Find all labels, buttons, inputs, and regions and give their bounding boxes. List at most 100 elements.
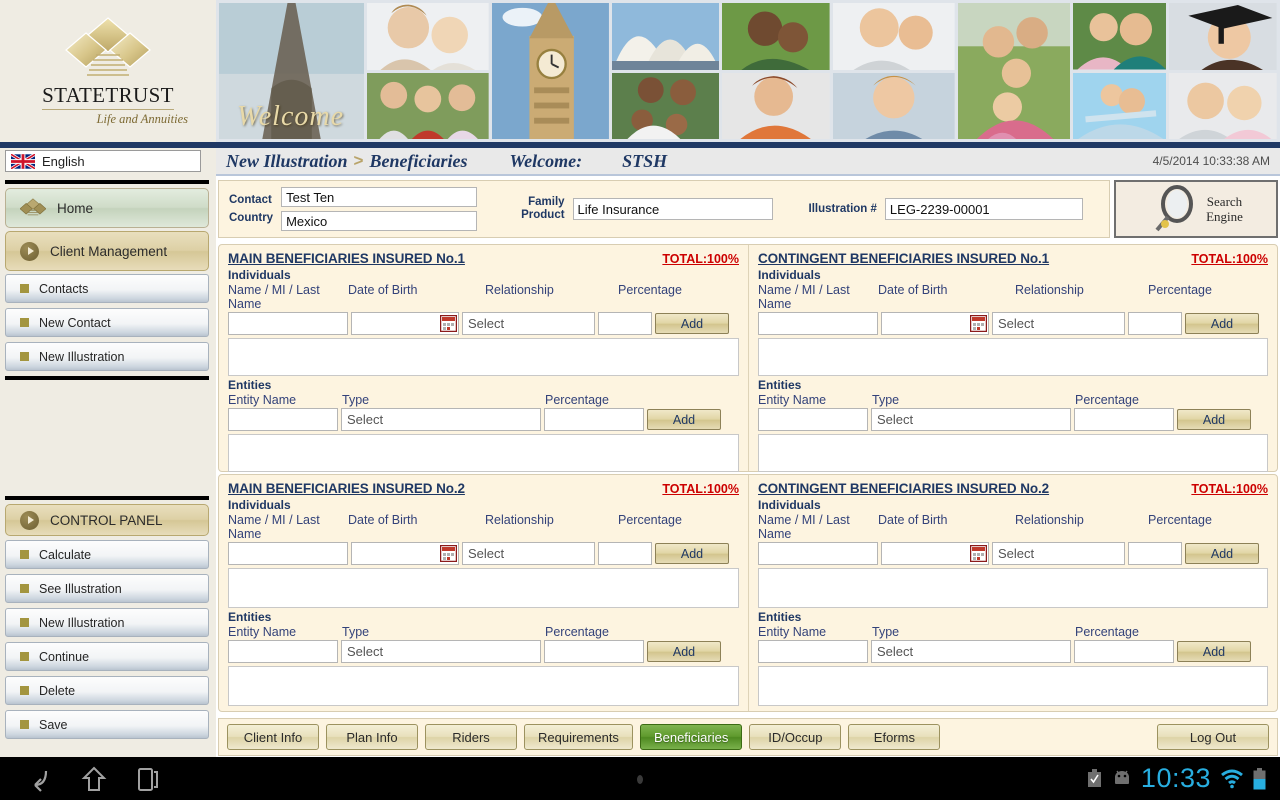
name-input[interactable] (228, 542, 348, 565)
menu-dot-icon[interactable] (637, 775, 643, 784)
screenshot-icon (1087, 768, 1101, 787)
logout-button[interactable]: Log Out (1157, 724, 1269, 750)
family-photo-column-1 (367, 3, 489, 139)
language-selector[interactable]: English (5, 150, 201, 172)
calendar-icon[interactable] (440, 545, 457, 562)
add-individual-button[interactable]: Add (655, 543, 729, 564)
entities-label: Entities (758, 610, 802, 624)
percentage-input[interactable] (598, 312, 652, 335)
entities-list[interactable] (228, 434, 739, 472)
control-panel-item-continue[interactable]: Continue (5, 642, 209, 671)
brand-logo: STATETRUST Life and Annuities (0, 0, 216, 142)
page-header-bar: New Illustration > Beneficiaries Welcome… (216, 148, 1280, 176)
entity-percentage-input[interactable] (544, 640, 644, 663)
entity-name-header: Entity Name (228, 625, 297, 639)
add-individual-button[interactable]: Add (1185, 543, 1259, 564)
relationship-select[interactable]: Select (992, 542, 1125, 565)
percentage-input[interactable] (598, 542, 652, 565)
dob-field-wrapper (351, 312, 459, 335)
add-entity-button[interactable]: Add (1177, 409, 1251, 430)
name-input[interactable] (758, 542, 878, 565)
welcome-word: Welcome (237, 101, 345, 132)
percentage-input[interactable] (1128, 542, 1182, 565)
panel-main-beneficiaries-1: MAIN BENEFICIARIES INSURED No.1 TOTAL:10… (219, 245, 748, 472)
sidebar-item-contacts[interactable]: Contacts (5, 274, 209, 303)
control-panel-item-save[interactable]: Save (5, 710, 209, 739)
add-entity-button[interactable]: Add (647, 641, 721, 662)
control-panel-item-new-illustration[interactable]: New Illustration (5, 608, 209, 637)
relationship-select[interactable]: Select (992, 312, 1125, 335)
entity-name-header: Entity Name (758, 393, 827, 407)
relationship-select[interactable]: Select (462, 312, 595, 335)
square-bullet-icon (20, 284, 29, 293)
tab-client-info[interactable]: Client Info (227, 724, 319, 750)
back-arrow-icon[interactable] (26, 765, 54, 793)
entities-list[interactable] (758, 434, 1268, 472)
family-product-input[interactable] (572, 198, 773, 220)
entity-name-input[interactable] (228, 408, 338, 431)
sidebar-item-home[interactable]: Home (5, 188, 209, 228)
percentage-header: Percentage (1148, 283, 1212, 297)
entity-percentage-input[interactable] (1074, 408, 1174, 431)
hug-column (1072, 3, 1167, 139)
entity-percentage-input[interactable] (544, 408, 644, 431)
percentage-input[interactable] (1128, 312, 1182, 335)
add-entity-button[interactable]: Add (1177, 641, 1251, 662)
sidebar-item-new-illustration[interactable]: New Illustration (5, 342, 209, 371)
entity-type-select[interactable]: Select (871, 640, 1071, 663)
individuals-label: Individuals (758, 498, 821, 512)
illustration-input[interactable] (884, 198, 1083, 220)
entity-type-select[interactable]: Select (341, 408, 541, 431)
add-individual-button[interactable]: Add (1185, 313, 1259, 334)
sidebar-item-client-management[interactable]: Client Management (5, 231, 209, 271)
entities-label: Entities (228, 378, 272, 392)
calendar-icon[interactable] (970, 315, 987, 332)
individuals-column-headers: Name / MI / Last Name Date of Birth Rela… (228, 283, 739, 311)
tab-plan-info[interactable]: Plan Info (326, 724, 418, 750)
calendar-icon[interactable] (440, 315, 457, 332)
control-panel-item-see-illustration[interactable]: See Illustration (5, 574, 209, 603)
control-panel-item-label: Save (39, 717, 68, 732)
sidebar-item-new-contact[interactable]: New Contact (5, 308, 209, 337)
entity-percentage-input[interactable] (1074, 640, 1174, 663)
name-input[interactable] (758, 312, 878, 335)
brand-tagline: Life and Annuities (96, 112, 188, 126)
control-panel-item-calculate[interactable]: Calculate (5, 540, 209, 569)
calendar-icon[interactable] (970, 545, 987, 562)
entity-name-input[interactable] (758, 408, 868, 431)
home-icon[interactable] (80, 765, 108, 793)
tab-riders[interactable]: Riders (425, 724, 517, 750)
individuals-list[interactable] (228, 568, 739, 608)
tab-eforms[interactable]: Eforms (848, 724, 941, 750)
control-panel-divider (5, 496, 209, 500)
search-engine-label: Search Engine (1206, 194, 1243, 224)
entities-input-row: Select Add (758, 640, 1268, 663)
add-individual-button[interactable]: Add (655, 313, 729, 334)
name-input[interactable] (228, 312, 348, 335)
individuals-list[interactable] (758, 338, 1268, 376)
recent-apps-icon[interactable] (134, 765, 162, 793)
control-panel-header[interactable]: CONTROL PANEL (5, 504, 209, 536)
tab-beneficiaries[interactable]: Beneficiaries (639, 724, 743, 750)
sidebar-divider-bottom (5, 376, 209, 380)
breadcrumb-parent[interactable]: New Illustration (226, 151, 348, 172)
entity-name-input[interactable] (228, 640, 338, 663)
control-panel-item-label: See Illustration (39, 581, 122, 596)
contact-input[interactable] (281, 187, 478, 207)
individuals-list[interactable] (758, 568, 1268, 608)
individuals-list[interactable] (228, 338, 739, 376)
tab-id-occup[interactable]: ID/Occup (749, 724, 842, 750)
entity-name-input[interactable] (758, 640, 868, 663)
control-panel-item-delete[interactable]: Delete (5, 676, 209, 705)
entities-list[interactable] (758, 666, 1268, 706)
tab-requirements[interactable]: Requirements (524, 724, 633, 750)
entity-type-select[interactable]: Select (871, 408, 1071, 431)
country-input[interactable] (281, 211, 478, 231)
entity-type-select[interactable]: Select (341, 640, 541, 663)
square-bullet-icon (20, 550, 29, 559)
relationship-select[interactable]: Select (462, 542, 595, 565)
entities-list[interactable] (228, 666, 739, 706)
individuals-column-headers: Name / MI / Last Name Date of Birth Rela… (758, 283, 1268, 311)
search-engine-button[interactable]: Search Engine (1114, 180, 1278, 238)
add-entity-button[interactable]: Add (647, 409, 721, 430)
